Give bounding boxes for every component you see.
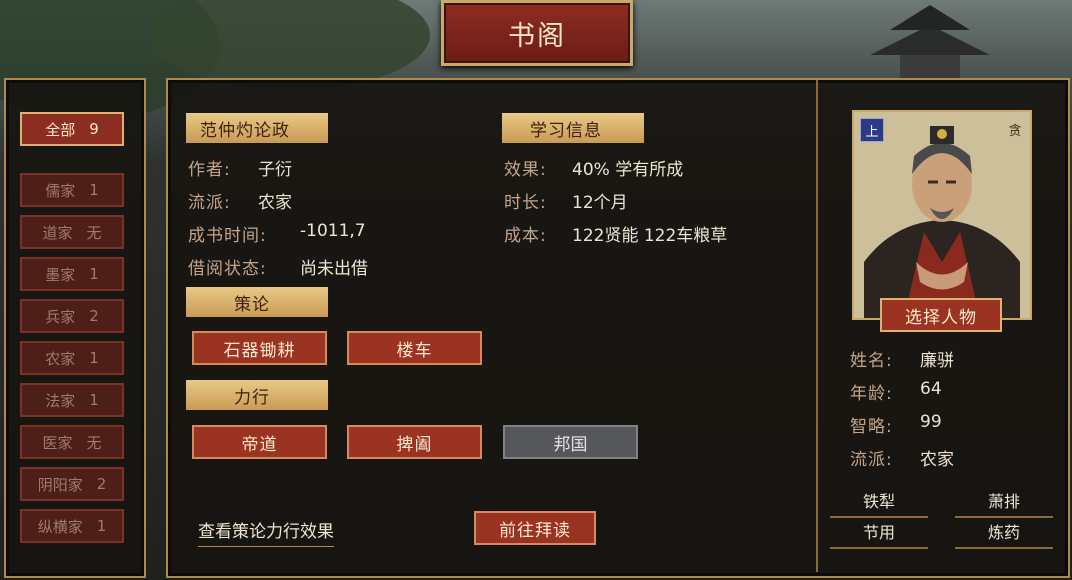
category-name: 儒家: [45, 181, 76, 200]
character-trait: 炼药: [955, 519, 1053, 549]
category-button-9[interactable]: 纵横家 1: [20, 509, 124, 543]
school-label: 流派:: [188, 193, 231, 213]
borrow-status-value: 尚未出借: [300, 259, 368, 279]
select-character-button[interactable]: 选择人物: [880, 298, 1002, 332]
category-button-0[interactable]: 全部 9: [20, 112, 124, 146]
category-button-7[interactable]: 医家无: [20, 425, 124, 459]
category-count: 1: [89, 265, 99, 283]
lixing-item-button-disabled[interactable]: 邦国: [503, 425, 638, 459]
character-trait: 节用: [830, 519, 928, 549]
rank-badge: 上: [860, 118, 884, 142]
celun-item-button[interactable]: 楼车: [347, 331, 482, 365]
author-label: 作者:: [188, 160, 231, 180]
category-name: 法家: [45, 391, 76, 410]
category-name: 兵家: [45, 307, 76, 326]
category-button-3[interactable]: 墨家 1: [20, 257, 124, 291]
character-trait: 铁犁: [830, 488, 928, 518]
category-name: 全部: [45, 120, 76, 139]
panel-divider: [816, 80, 818, 572]
written-time-value: -1011,7: [300, 221, 366, 241]
character-trait: 萧排: [955, 488, 1053, 518]
char-wit-label: 智略:: [850, 417, 893, 437]
pagoda-roof: [870, 5, 990, 80]
study-info-title: 学习信息: [502, 113, 644, 143]
char-name-value: 廉骈: [920, 351, 954, 371]
character-figure-image: [854, 112, 1030, 318]
char-name-label: 姓名:: [850, 351, 893, 371]
celun-section-title: 策论: [186, 287, 328, 317]
book-title: 范仲灼论政: [186, 113, 328, 143]
category-name: 道家: [42, 223, 73, 242]
category-count: 9: [89, 120, 99, 138]
category-count: 2: [96, 475, 107, 493]
author-value: 子衍: [258, 160, 292, 180]
char-wit-value: 99: [920, 412, 942, 432]
written-time-label: 成书时间:: [188, 226, 267, 246]
category-count: 1: [96, 517, 107, 535]
category-button-4[interactable]: 兵家 2: [20, 299, 124, 333]
category-count: 无: [86, 223, 102, 242]
duration-value: 12个月: [572, 193, 628, 213]
char-age-value: 64: [920, 379, 942, 399]
char-school-value: 农家: [920, 450, 954, 470]
category-count: 1: [89, 349, 99, 367]
category-button-6[interactable]: 法家 1: [20, 383, 124, 417]
category-button-1[interactable]: 儒家 1: [20, 173, 124, 207]
lixing-item-button[interactable]: 捭阖: [347, 425, 482, 459]
cost-label: 成本:: [504, 226, 547, 246]
lixing-section-title: 力行: [186, 380, 328, 410]
duration-label: 时长:: [504, 193, 547, 213]
category-name: 墨家: [45, 265, 76, 284]
category-count: 2: [89, 307, 99, 325]
category-count: 无: [86, 433, 102, 452]
category-name: 农家: [45, 349, 76, 368]
effect-label: 效果:: [504, 160, 547, 180]
char-age-label: 年龄:: [850, 384, 893, 404]
category-button-5[interactable]: 农家 1: [20, 341, 124, 375]
cost-value: 122贤能 122车粮草: [572, 226, 728, 246]
view-effects-link[interactable]: 查看策论力行效果: [198, 517, 334, 547]
category-count: 1: [89, 391, 99, 409]
category-name: 医家: [42, 433, 73, 452]
category-button-2[interactable]: 道家无: [20, 215, 124, 249]
category-name: 纵横家: [37, 517, 83, 536]
borrow-status-label: 借阅状态:: [188, 259, 267, 279]
celun-item-button[interactable]: 石器锄耕: [192, 331, 327, 365]
page-title: 书阁: [441, 0, 633, 66]
effect-value: 40% 学有所成: [572, 160, 684, 180]
trait-badge: 贪: [1008, 123, 1022, 139]
char-school-label: 流派:: [850, 450, 893, 470]
category-name: 阴阳家: [37, 475, 83, 494]
category-button-8[interactable]: 阴阳家 2: [20, 467, 124, 501]
lixing-item-button[interactable]: 帝道: [192, 425, 327, 459]
school-value: 农家: [258, 193, 292, 213]
category-count: 1: [89, 181, 99, 199]
character-portrait: 上 贪: [852, 110, 1032, 320]
goto-read-button[interactable]: 前往拜读: [474, 511, 596, 545]
